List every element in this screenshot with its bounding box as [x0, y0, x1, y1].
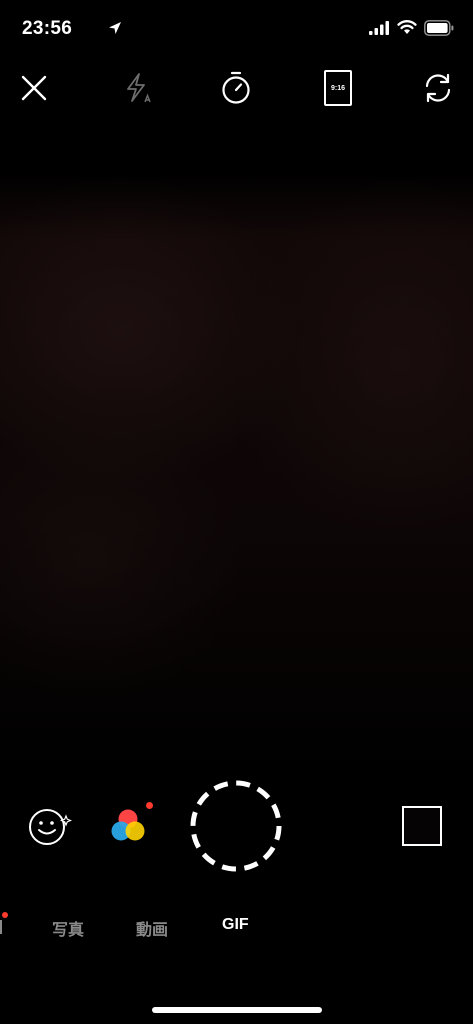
timer-button[interactable]: [214, 66, 258, 110]
switch-camera-icon: [425, 73, 451, 103]
mode-new-badge: [2, 912, 8, 918]
mode-tab-photo[interactable]: 写真: [52, 916, 84, 940]
face-effects-button[interactable]: [26, 804, 72, 850]
status-bar: 23:56: [0, 0, 473, 58]
wifi-icon: [397, 20, 417, 34]
mode-tab-partial[interactable]: [0, 920, 2, 934]
cellular-signal-icon: [369, 21, 389, 35]
shutter-button[interactable]: [188, 778, 284, 874]
close-button[interactable]: [12, 66, 56, 110]
status-time: 23:56: [22, 18, 73, 39]
gallery-thumbnail[interactable]: [402, 806, 442, 846]
battery-icon: [424, 20, 454, 36]
aspect-ratio-button[interactable]: 9:16: [316, 66, 360, 110]
face-effects-icon: [29, 809, 72, 845]
color-filter-button[interactable]: [106, 802, 153, 846]
color-filter-icon: [111, 809, 145, 841]
close-icon: [21, 75, 47, 101]
flash-auto-icon: [127, 73, 151, 103]
switch-camera-button[interactable]: [416, 66, 460, 110]
mode-tab-video[interactable]: 動画: [136, 916, 168, 940]
shutter-ring-icon: [190, 780, 282, 872]
filter-new-badge: [146, 802, 153, 809]
location-arrow-icon: [109, 22, 121, 34]
aspect-ratio-icon: 9:16: [324, 70, 352, 106]
home-indicator[interactable]: [152, 1007, 322, 1013]
camera-mode-tabs: 写真 動画 GIF: [0, 910, 473, 942]
mode-tab-gif[interactable]: GIF: [222, 916, 249, 934]
flash-button[interactable]: [115, 66, 159, 110]
aspect-ratio-label: 9:16: [330, 84, 345, 92]
timer-icon: [222, 71, 250, 104]
